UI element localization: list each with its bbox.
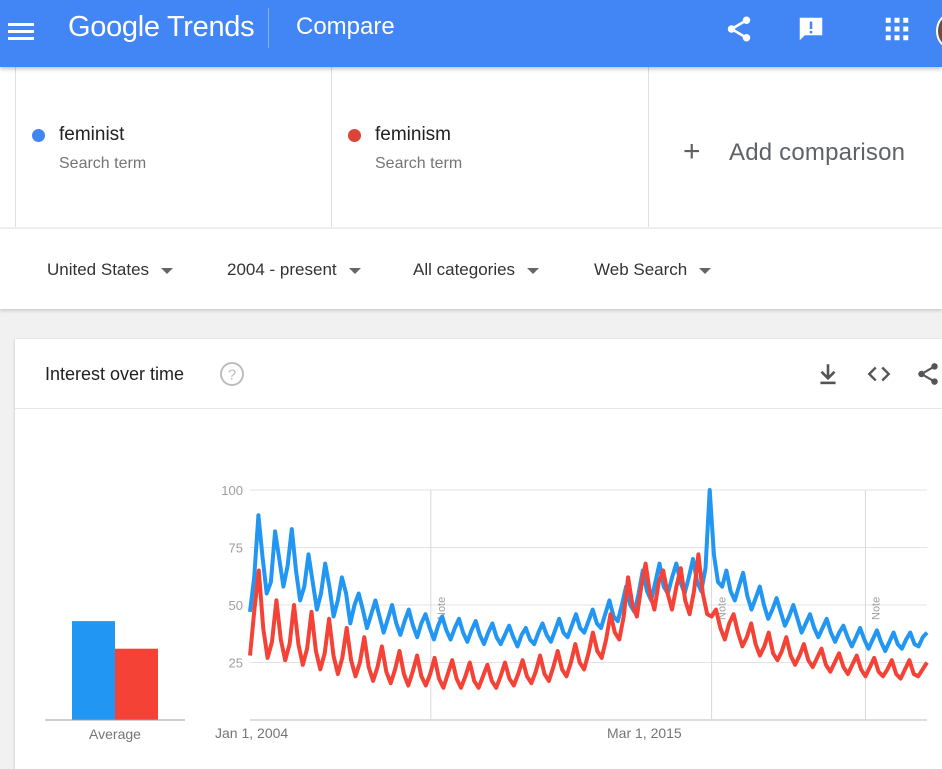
card-title: Interest over time (45, 364, 185, 384)
logo-trends-text: Trends (166, 11, 255, 43)
dropdown-arrow-icon (348, 267, 361, 274)
term-name: feminist (59, 124, 125, 145)
hamburger-menu-icon[interactable] (8, 18, 34, 44)
filter-search-type-dropdown[interactable]: Web Search (594, 260, 712, 280)
filter-category-dropdown[interactable]: All categories (413, 260, 540, 280)
google-trends-logo[interactable]: Google Trends (68, 11, 255, 44)
share-icon[interactable] (915, 361, 941, 387)
header-divider (268, 8, 269, 48)
filter-label: All categories (413, 260, 516, 279)
add-comparison-button[interactable]: + Add comparison (648, 67, 942, 227)
term-color-dot (348, 129, 361, 142)
feedback-icon[interactable] (796, 14, 826, 44)
dropdown-arrow-icon (699, 267, 712, 274)
search-terms-row: feminist Search term feminism Search ter… (0, 67, 942, 227)
top-app-bar: Google Trends Compare (0, 0, 942, 67)
download-icon[interactable] (815, 361, 841, 387)
embed-code-icon[interactable] (866, 361, 892, 387)
filter-label: Web Search (594, 260, 688, 279)
page-title: Compare (296, 13, 395, 40)
filter-label: 2004 - present (227, 260, 337, 279)
help-icon[interactable]: ? (219, 361, 245, 387)
card-divider (15, 408, 942, 409)
term-card-feminist[interactable]: feminist Search term (15, 67, 332, 227)
filter-bar: United States 2004 - present All categor… (0, 228, 942, 309)
share-icon[interactable] (724, 14, 754, 44)
logo-google-text: Google (68, 11, 160, 43)
svg-text:?: ? (228, 367, 236, 384)
add-comparison-label: Add comparison (729, 139, 906, 166)
term-subtitle: Search term (375, 155, 463, 172)
filter-region-dropdown[interactable]: United States (47, 260, 174, 280)
account-avatar[interactable] (936, 14, 942, 48)
dropdown-arrow-icon (161, 267, 174, 274)
dropdown-arrow-icon (527, 267, 540, 274)
plus-icon: + (683, 135, 701, 168)
term-subtitle: Search term (59, 155, 147, 172)
apps-grid-icon[interactable] (882, 14, 912, 44)
term-name: feminism (375, 124, 452, 145)
term-color-dot (32, 129, 45, 142)
interest-over-time-card: Interest over time ? (15, 339, 942, 769)
filter-label: United States (47, 260, 150, 279)
filter-time-dropdown[interactable]: 2004 - present (227, 260, 361, 280)
term-card-feminism[interactable]: feminism Search term (331, 67, 649, 227)
